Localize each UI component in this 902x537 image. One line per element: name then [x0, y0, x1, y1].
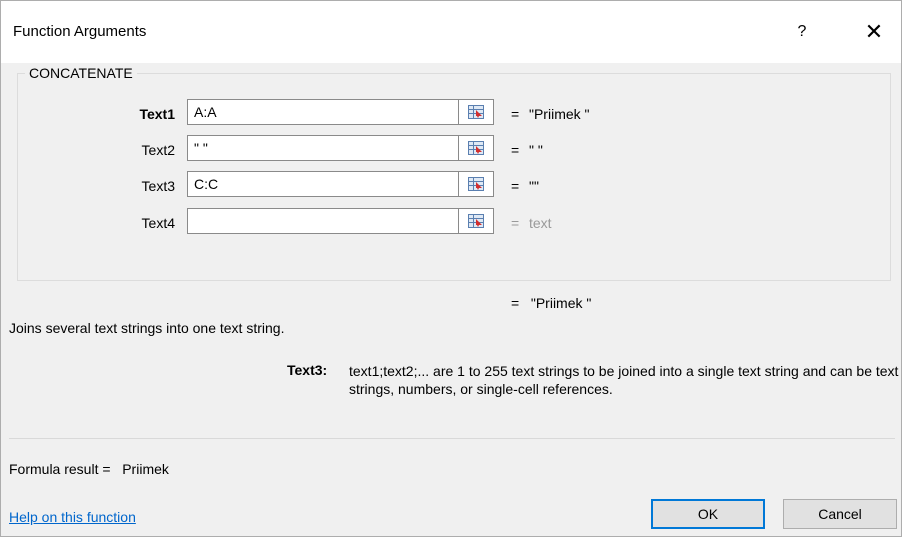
arg-label-text1: Text1 [139, 106, 175, 122]
ref-button-text1[interactable] [458, 99, 494, 125]
arg-label-text4: Text4 [141, 215, 175, 231]
ref-button-text3[interactable] [458, 171, 494, 197]
close-button[interactable]: ✕ [853, 15, 895, 49]
arg-description-text: text1;text2;... are 1 to 255 text string… [349, 363, 899, 397]
arg-description-name: Text3: [287, 362, 328, 378]
ref-button-text2[interactable] [458, 135, 494, 161]
equals-sign-text4: = [511, 215, 520, 231]
formula-result: Formula result = Priimek [9, 461, 169, 477]
cancel-button[interactable]: Cancel [783, 499, 897, 529]
arg-result-text1: "Priimek " [529, 106, 590, 122]
collapse-dialog-icon [468, 105, 484, 119]
divider [9, 438, 895, 439]
ref-button-text4[interactable] [458, 208, 494, 234]
arg-label-text3: Text3 [141, 178, 175, 194]
equals-sign-text1: = [511, 106, 520, 122]
arg-input-text1[interactable] [187, 99, 459, 125]
function-description: Joins several text strings into one text… [9, 320, 285, 336]
arg-result-text3: "" [529, 178, 539, 194]
overall-result-value: "Priimek " [530, 295, 592, 311]
function-arguments-dialog: Function Arguments ? ✕ CONCATENATE Text1… [0, 0, 902, 537]
ok-button[interactable]: OK [651, 499, 765, 529]
collapse-dialog-icon [468, 177, 484, 191]
arg-input-text3[interactable] [187, 171, 459, 197]
formula-result-label: Formula result = [9, 461, 111, 477]
function-name: CONCATENATE [25, 65, 137, 81]
overall-result-equals: = [511, 295, 520, 311]
equals-sign-text3: = [511, 178, 520, 194]
help-button[interactable]: ? [783, 17, 821, 47]
arg-result-text4: text [529, 215, 552, 231]
arg-input-text2[interactable] [187, 135, 459, 161]
equals-sign-text2: = [511, 142, 520, 158]
overall-result: = "Priimek " [511, 295, 591, 311]
dialog-title: Function Arguments [13, 23, 147, 40]
collapse-dialog-icon [468, 214, 484, 228]
arg-input-text4[interactable] [187, 208, 459, 234]
collapse-dialog-icon [468, 141, 484, 155]
arg-result-text2: " " [529, 142, 543, 158]
arg-label-text2: Text2 [141, 142, 175, 158]
help-on-function-link[interactable]: Help on this function [9, 509, 136, 525]
formula-result-value: Priimek [122, 461, 169, 477]
title-bar: Function Arguments ? ✕ [1, 1, 901, 63]
